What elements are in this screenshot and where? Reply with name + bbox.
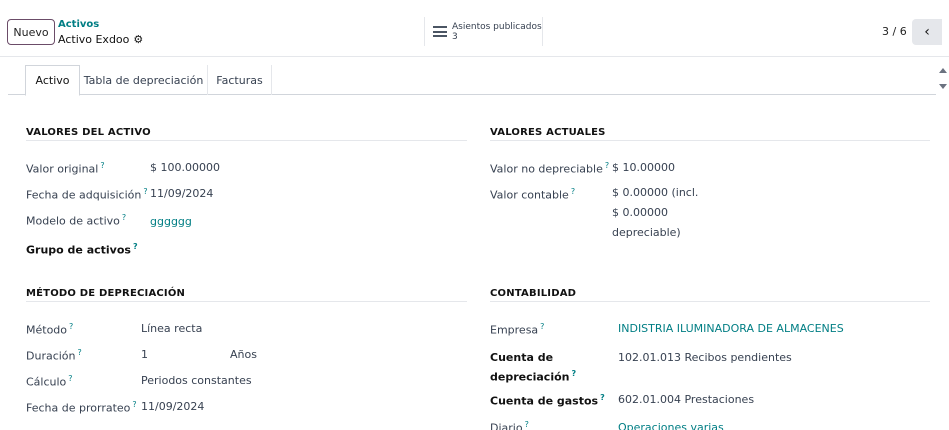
- book-value-line: $ 0.00000: [612, 206, 668, 219]
- depreciation-account-label: Cuenta de depreciación?: [490, 350, 576, 386]
- expense-account[interactable]: 602.01.004 Prestaciones: [618, 393, 754, 406]
- scrollbar[interactable]: [936, 66, 949, 96]
- duration-label: Duración?: [26, 348, 82, 363]
- depreciation-account-label-line: depreciación: [490, 370, 570, 384]
- help-icon[interactable]: ?: [525, 420, 529, 429]
- help-icon[interactable]: ?: [122, 213, 126, 222]
- asset-group-label: Grupo de activos?: [26, 242, 138, 257]
- book-value: $ 0.00000 (incl. $ 0.00000 depreciable): [612, 183, 698, 243]
- company-link[interactable]: INDISTRIA ILUMINADORA DE ALMACENES: [618, 322, 844, 335]
- accounting-title: CONTABILIDAD: [490, 288, 577, 299]
- divider: [490, 301, 930, 302]
- divider: [490, 140, 930, 141]
- tab-depreciation-board[interactable]: Tabla de depreciación: [80, 65, 208, 95]
- asset-model-link[interactable]: gggggg: [150, 215, 192, 228]
- non-depreciable-label: Valor no depreciable?: [490, 161, 610, 176]
- company-label: Empresa?: [490, 322, 545, 337]
- posted-entries-count: 3: [452, 31, 458, 42]
- help-icon[interactable]: ?: [69, 322, 73, 331]
- method-select[interactable]: Línea recta: [141, 322, 202, 335]
- posted-entries-button[interactable]: Asientos publicados 3: [424, 17, 543, 46]
- book-value-line: $ 0.00000 (incl.: [612, 186, 699, 199]
- posted-entries-label: Asientos publicados: [452, 21, 542, 32]
- computation-select[interactable]: Periodos constantes: [141, 374, 252, 387]
- record-name: Activo Exdoo: [58, 33, 130, 46]
- method-label: Método?: [26, 322, 74, 337]
- prorata-date[interactable]: 11/09/2024: [141, 400, 204, 413]
- asset-values-title: VALORES DEL ACTIVO: [26, 127, 151, 138]
- gear-icon[interactable]: ⚙: [133, 33, 143, 46]
- scroll-down-icon[interactable]: [939, 84, 947, 89]
- help-icon[interactable]: ?: [68, 374, 72, 383]
- help-icon[interactable]: ?: [571, 187, 575, 196]
- prorata-date-label: Fecha de prorrateo?: [26, 400, 137, 415]
- computation-label: Cálculo?: [26, 374, 73, 389]
- original-value[interactable]: $ 100.00000: [150, 161, 220, 174]
- current-values-title: VALORES ACTUALES: [490, 127, 606, 138]
- tab-activo[interactable]: Activo: [25, 65, 80, 96]
- tab-invoices[interactable]: Facturas: [208, 65, 272, 95]
- form-tabs: Activo Tabla de depreciación Facturas: [8, 65, 936, 96]
- chevron-left-icon[interactable]: ‹: [912, 19, 942, 45]
- non-depreciable-value[interactable]: $ 10.00000: [612, 161, 675, 174]
- help-icon[interactable]: ?: [132, 400, 136, 409]
- breadcrumb-current: Activo Exdoo ⚙: [58, 33, 143, 46]
- scroll-up-icon[interactable]: [939, 68, 947, 73]
- list-icon: [433, 26, 447, 37]
- help-icon[interactable]: ?: [143, 187, 147, 196]
- help-icon[interactable]: ?: [572, 369, 577, 378]
- help-icon[interactable]: ?: [78, 348, 82, 357]
- journal-link[interactable]: Operaciones varias: [618, 421, 724, 430]
- acquisition-date[interactable]: 11/09/2024: [150, 187, 213, 200]
- control-panel: Nuevo Activos Activo Exdoo ⚙ Asientos pu…: [0, 0, 949, 57]
- asset-model-label: Modelo de activo?: [26, 213, 127, 228]
- expense-account-label: Cuenta de gastos?: [490, 393, 605, 408]
- help-icon[interactable]: ?: [540, 322, 544, 331]
- book-value-line: depreciable): [612, 226, 681, 239]
- help-icon[interactable]: ?: [605, 161, 609, 170]
- help-icon[interactable]: ?: [100, 161, 104, 170]
- acquisition-date-label: Fecha de adquisición?: [26, 187, 148, 202]
- help-icon[interactable]: ?: [133, 242, 138, 251]
- divider: [26, 140, 467, 141]
- depreciation-method-title: MÉTODO DE DEPRECIACIÓN: [26, 288, 186, 299]
- book-value-label: Valor contable?: [490, 187, 576, 202]
- journal-label: Diario?: [490, 420, 529, 430]
- help-icon[interactable]: ?: [600, 393, 605, 402]
- duration-input[interactable]: 1: [141, 348, 148, 361]
- duration-unit-select[interactable]: Años: [230, 348, 257, 361]
- breadcrumb-parent[interactable]: Activos: [58, 19, 99, 30]
- divider: [26, 301, 467, 302]
- depreciation-account-label-line: Cuenta de: [490, 351, 554, 364]
- original-value-label: Valor original?: [26, 161, 105, 176]
- depreciation-account[interactable]: 102.01.013 Recibos pendientes: [618, 351, 792, 364]
- pager-value[interactable]: 3 / 6: [882, 25, 907, 38]
- new-button[interactable]: Nuevo: [7, 19, 55, 45]
